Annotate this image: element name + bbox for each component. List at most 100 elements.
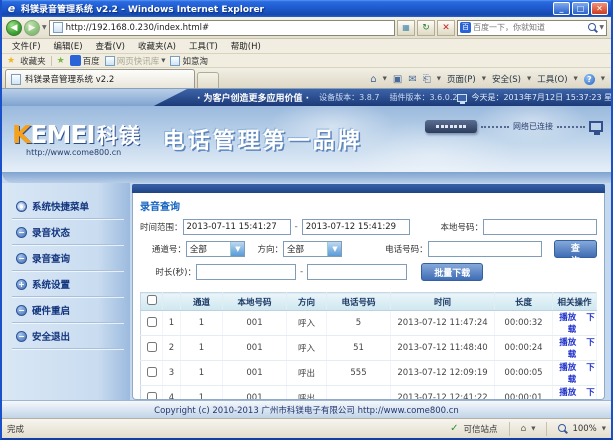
help-icon[interactable]: ? bbox=[584, 74, 595, 85]
menu-favorites[interactable]: 收藏夹(A) bbox=[132, 39, 182, 53]
site-headline: 电话管理第一品牌 bbox=[163, 123, 363, 155]
favorite-baidu[interactable]: 百度 bbox=[70, 55, 100, 67]
print-icon[interactable]: ⎗ bbox=[423, 74, 431, 85]
query-button[interactable]: 查 询 bbox=[554, 240, 597, 258]
search-icon[interactable] bbox=[588, 23, 597, 32]
trusted-site-label: 可信站点 bbox=[463, 423, 497, 435]
zoom-icon[interactable] bbox=[558, 424, 567, 433]
query-panel: 录音查询 时间范围： - 本地号码： 通道号： 全部 ▼ bbox=[132, 193, 605, 400]
row-checkbox[interactable] bbox=[147, 317, 157, 327]
cell: 555 bbox=[327, 361, 391, 386]
dotted-line bbox=[481, 126, 509, 128]
feeds-icon[interactable]: ▣ bbox=[393, 74, 402, 85]
tab-kemei[interactable]: 科镁录音管理系统 v2.2 bbox=[5, 69, 195, 88]
separator bbox=[546, 422, 547, 436]
play-link[interactable]: 播放 bbox=[559, 388, 576, 398]
close-button[interactable]: ✕ bbox=[591, 2, 608, 15]
search-box[interactable]: 百 ▼ bbox=[457, 20, 607, 36]
duration-max-input[interactable] bbox=[307, 264, 407, 280]
network-status-area: 网络已连接 bbox=[425, 120, 603, 133]
address-toolbar: ◀ ▶ ▼ ▦ ↻ ✕ 百 ▼ bbox=[2, 17, 611, 39]
sidebar-item-4[interactable]: −安全退出 bbox=[12, 323, 124, 349]
read-mail-icon[interactable]: ✉ bbox=[408, 74, 416, 85]
menu-tools[interactable]: 工具(T) bbox=[183, 39, 224, 53]
url-input[interactable] bbox=[66, 23, 391, 33]
monitor-icon bbox=[457, 94, 467, 102]
menu-edit[interactable]: 编辑(E) bbox=[48, 39, 89, 53]
tab-favicon bbox=[11, 74, 21, 85]
refresh-button[interactable]: ↻ bbox=[417, 20, 435, 36]
cell bbox=[327, 386, 391, 401]
time-from-input[interactable] bbox=[183, 219, 291, 235]
phone-number-label: 电话号码： bbox=[342, 243, 427, 255]
row-number-header bbox=[163, 293, 181, 311]
batch-download-button[interactable]: 批量下载 bbox=[421, 263, 483, 281]
protected-mode-icon[interactable]: ⌂ bbox=[521, 424, 527, 434]
add-favorite-icon[interactable]: ★ bbox=[57, 56, 65, 66]
menu-file[interactable]: 文件(F) bbox=[6, 39, 47, 53]
favorite-web-slices[interactable]: 网页快讯库 ▼ bbox=[105, 55, 166, 67]
trusted-check-icon: ✓ bbox=[450, 423, 458, 434]
search-dropdown-icon[interactable]: ▼ bbox=[599, 24, 604, 31]
address-bar[interactable] bbox=[49, 20, 395, 36]
column-header: 方向 bbox=[287, 293, 327, 311]
new-tab-button[interactable] bbox=[197, 72, 219, 88]
form-row-time: 时间范围： - 本地号码： bbox=[140, 219, 597, 235]
time-range-label: 时间范围： bbox=[140, 221, 183, 233]
header-separator bbox=[2, 172, 611, 183]
computer-icon bbox=[589, 121, 603, 132]
sidebar-item-0[interactable]: −录音状态 bbox=[12, 219, 124, 245]
channel-select[interactable]: 全部 ▼ bbox=[186, 241, 245, 257]
duration-min-input[interactable] bbox=[196, 264, 296, 280]
direction-select[interactable]: 全部 ▼ bbox=[283, 241, 342, 257]
safety-menu[interactable]: 安全(S) bbox=[492, 73, 521, 85]
minimize-button[interactable]: _ bbox=[553, 2, 570, 15]
chevron-down-icon: ▼ bbox=[230, 242, 244, 256]
row-checkbox[interactable] bbox=[147, 392, 157, 401]
column-header: 相关操作 bbox=[553, 293, 597, 311]
recordings-table-body: 11001呼入52013-07-12 11:47:2400:00:32播放下载2… bbox=[141, 311, 597, 401]
maximize-button[interactable]: □ bbox=[572, 2, 589, 15]
local-number-input[interactable] bbox=[483, 219, 597, 235]
title-bar: e 科镁录音管理系统 v2.2 - Windows Internet Explo… bbox=[2, 0, 611, 17]
sidebar-item-2[interactable]: +系统设置 bbox=[12, 271, 124, 297]
ie-icon: e bbox=[5, 2, 18, 15]
channel-label: 通道号： bbox=[140, 243, 186, 255]
history-dropdown-icon[interactable]: ▼ bbox=[42, 24, 47, 31]
chevron-down-icon[interactable]: ▼ bbox=[602, 426, 606, 432]
page-menu[interactable]: 页面(P) bbox=[447, 73, 476, 85]
chevron-down-icon[interactable]: ▼ bbox=[531, 426, 535, 432]
chevron-down-icon: ▼ bbox=[601, 76, 605, 82]
form-row-channel: 通道号： 全部 ▼ 方向： 全部 ▼ 电话号码： 查 询 bbox=[140, 240, 597, 258]
home-icon[interactable]: ⌂ bbox=[370, 74, 376, 85]
search-input[interactable] bbox=[473, 23, 586, 32]
play-link[interactable]: 播放 bbox=[559, 363, 576, 373]
sidebar-item-3[interactable]: −硬件重启 bbox=[12, 297, 124, 323]
logo-cn: 科镁 bbox=[97, 124, 141, 148]
stop-button[interactable]: ✕ bbox=[437, 20, 455, 36]
zoom-level[interactable]: 100% bbox=[572, 424, 596, 434]
sidebar-item-1[interactable]: −录音查询 bbox=[12, 245, 124, 271]
row-checkbox[interactable] bbox=[147, 367, 157, 377]
row-checkbox[interactable] bbox=[147, 342, 157, 352]
select-all-checkbox[interactable] bbox=[147, 295, 157, 305]
back-button[interactable]: ◀ bbox=[6, 20, 22, 36]
time-to-input[interactable] bbox=[302, 219, 410, 235]
status-text: 完成 bbox=[7, 423, 24, 435]
cell: 001 bbox=[223, 361, 287, 386]
tools-menu[interactable]: 工具(O) bbox=[537, 73, 567, 85]
forward-button[interactable]: ▶ bbox=[24, 20, 40, 36]
table-row: 21001呼入512013-07-12 11:48:4000:00:24播放下载 bbox=[141, 336, 597, 361]
menu-help[interactable]: 帮助(H) bbox=[225, 39, 267, 53]
play-link[interactable]: 播放 bbox=[559, 338, 576, 348]
phone-number-input[interactable] bbox=[428, 241, 542, 257]
chevron-down-icon: ▼ bbox=[527, 76, 531, 82]
menu-view[interactable]: 查看(V) bbox=[90, 39, 131, 53]
page-body: ◉ 系统快捷菜单 −录音状态−录音查询+系统设置−硬件重启−安全退出 录音查询 … bbox=[2, 183, 611, 400]
baidu-favicon bbox=[70, 55, 81, 66]
play-link[interactable]: 播放 bbox=[559, 313, 576, 323]
favorite-ruyitao[interactable]: 如意淘 bbox=[170, 55, 208, 67]
compatibility-view-button[interactable]: ▦ bbox=[397, 20, 415, 36]
favorites-label[interactable]: 收藏夹 bbox=[20, 55, 46, 67]
favorites-star-icon[interactable]: ★ bbox=[7, 56, 15, 66]
